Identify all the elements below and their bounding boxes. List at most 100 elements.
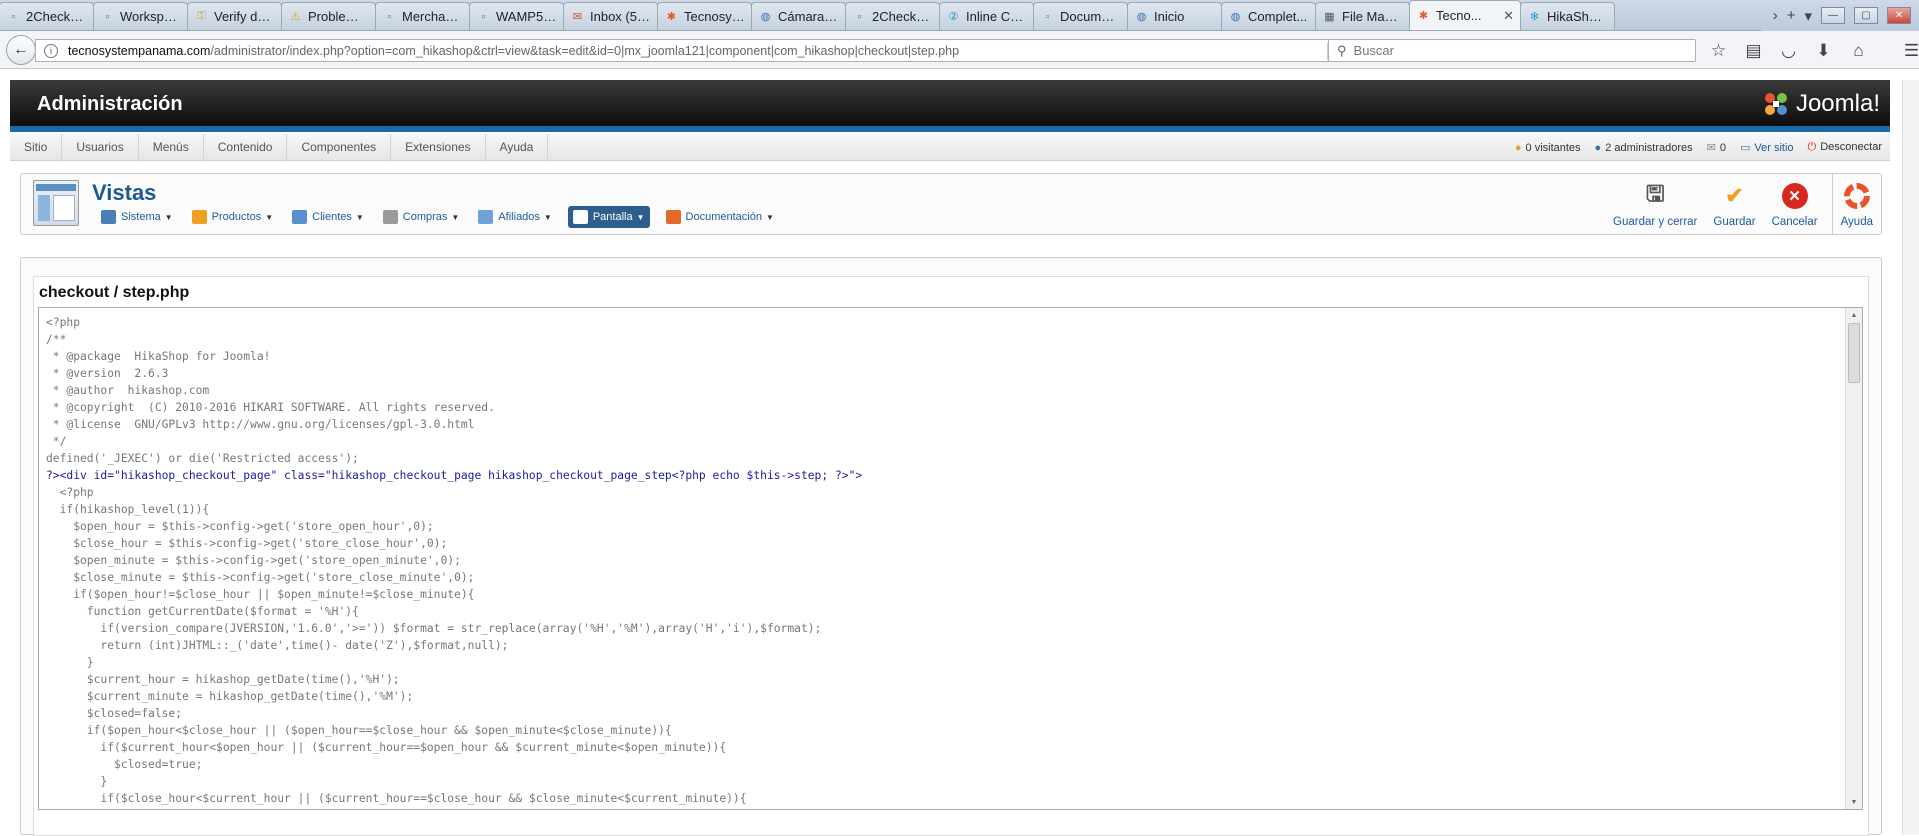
page-icon: ▫ [387, 10, 392, 23]
pocket-icon[interactable]: ◡ [1777, 39, 1800, 62]
reading-list-icon[interactable]: ▤ [1742, 39, 1765, 62]
search-icon: ⚲ [1337, 42, 1347, 58]
code-editor-textarea[interactable]: <?php /** * @package HikaShop for Joomla!… [38, 307, 1863, 810]
messages-count: 0 [1719, 142, 1726, 154]
browser-tab[interactable]: ▫ Merchant Are... [375, 2, 470, 30]
admin-menu-item[interactable]: Ayuda [486, 133, 549, 161]
browser-tab[interactable]: ▫ Documento s... [1033, 2, 1128, 30]
browser-tab[interactable]: ✻ HikaShop... [1520, 2, 1615, 30]
code-line: <?php [46, 316, 81, 329]
menu-hamburger-icon[interactable]: ☰ [1900, 39, 1919, 62]
code-line: $current_minute = hikashop_getDate(time(… [46, 690, 414, 703]
submenu-item-label: Sistema [121, 211, 161, 223]
views-icon [33, 180, 79, 226]
browser-tab-label: Cámaras ... [778, 9, 839, 24]
mail-icon: ✉ [572, 11, 583, 23]
submenu-item[interactable]: Afiliados ▼ [475, 206, 555, 228]
url-bar[interactable]: i tecnosystempanama.com/administrator/in… [35, 39, 1355, 62]
admin-menu-item[interactable]: Sitio [10, 133, 63, 161]
dropdown-caret-icon: ▼ [451, 212, 460, 222]
browser-tab[interactable]: ✉ Inbox (54... [563, 2, 658, 30]
joomla-logo: Joomla! [1760, 88, 1880, 120]
browser-tab[interactable]: ▫ 2Checkout [845, 2, 940, 30]
code-line: $closed=false; [46, 707, 183, 720]
browser-tab[interactable]: ⚿ Verify do... [187, 2, 282, 30]
download-icon[interactable]: ⬇ [1812, 39, 1835, 62]
editor-panel: checkout / step.php <?php /** * @package … [20, 257, 1882, 836]
code-line: if(hikashop_level(1)){ [46, 503, 210, 516]
admin-menu-item[interactable]: Menús [139, 133, 204, 161]
tab-scroll-right-icon[interactable]: › [1773, 7, 1778, 24]
browser-tab[interactable]: ✱ Tecnosys... [657, 2, 752, 30]
back-button[interactable]: ← [6, 35, 36, 65]
back-arrow-icon: ← [13, 41, 29, 58]
code-scrollbar[interactable]: ▲ ▼ [1845, 308, 1862, 809]
joomla-logo-text: Joomla! [1795, 90, 1880, 117]
admin-menu-item[interactable]: Usuarios [62, 133, 139, 161]
submenu-item[interactable]: Clientes ▼ [289, 206, 367, 228]
globe-icon: ◍ [1230, 11, 1241, 23]
browser-tab-label: 2Checkout [872, 9, 933, 24]
help-button[interactable]: Ayuda [1831, 174, 1881, 234]
browser-tab[interactable]: ② Inline Ch... [939, 2, 1034, 30]
globe-icon: ◍ [760, 11, 771, 23]
scroll-thumb[interactable] [1848, 323, 1860, 383]
joomla-icon: ✱ [1418, 10, 1429, 22]
gear-icon: ✻ [1529, 11, 1540, 23]
admin-menu-item[interactable]: Extensiones [391, 133, 486, 161]
code-line: */ [46, 435, 67, 448]
browser-tab-label: File Mana... [1342, 9, 1403, 24]
editor-fieldset: checkout / step.php <?php /** * @package … [33, 276, 1869, 836]
submenu-item[interactable]: Compras ▼ [380, 206, 463, 228]
view-site-link[interactable]: ▭ Ver sitio [1740, 141, 1794, 154]
bookmark-star-icon[interactable]: ☆ [1707, 39, 1730, 62]
browser-tab-label: Inbox (54... [590, 9, 651, 24]
browser-tab[interactable]: ◍ Complet... [1221, 2, 1316, 30]
code-line: if($open_hour!=$close_hour || $open_minu… [46, 588, 475, 601]
search-placeholder: Buscar [1353, 43, 1394, 58]
floppy-disk-icon: 🖫 [1645, 181, 1665, 206]
code-line: $close_minute = $this->config->get('stor… [46, 571, 475, 584]
toolbar-actions: 🖫 Guardar y cerrar ✔ Guardar ✕ Cancelar … [1605, 174, 1881, 234]
browser-tab[interactable]: ▫ Workspace E... [93, 2, 188, 30]
search-input[interactable]: ⚲ Buscar [1328, 39, 1696, 62]
admin-menu-item[interactable]: Componentes [287, 133, 392, 161]
maximize-button[interactable]: ▢ [1854, 7, 1878, 24]
browser-tab[interactable]: ▦ File Mana... [1315, 2, 1410, 30]
save-button[interactable]: ✔ Guardar [1705, 174, 1763, 234]
submenu-item-label: Compras [402, 211, 448, 223]
browser-tab[interactable]: ▫ WAMP5 Hom... [469, 2, 564, 30]
browser-tab-label: Complet... [1248, 9, 1308, 24]
new-tab-button[interactable]: + [1787, 7, 1796, 24]
submenu-item[interactable]: Pantalla ▼ [567, 206, 650, 228]
close-window-button[interactable]: ✕ [1887, 7, 1911, 24]
browser-tab[interactable]: ✱ Tecno... ✕ [1409, 0, 1521, 30]
code-line: if($current_hour<$open_hour || ($current… [46, 741, 727, 754]
code-line: ?><div id="hikashop_checkout_page" class… [46, 469, 863, 482]
save-and-close-button[interactable]: 🖫 Guardar y cerrar [1605, 174, 1705, 234]
site-info-icon[interactable]: i [44, 43, 58, 58]
logout-link[interactable]: ⏻ Desconectar [1808, 141, 1882, 154]
cancel-button[interactable]: ✕ Cancelar [1764, 174, 1826, 234]
browser-tab[interactable]: ◍ Cámaras ... [751, 2, 846, 30]
admin-menu-item[interactable]: Contenido [204, 133, 288, 161]
browser-tab[interactable]: ⚠ Problema... [281, 2, 376, 30]
minimize-button[interactable]: — [1821, 7, 1845, 24]
submenu-item[interactable]: Documentación ▼ [663, 206, 777, 228]
submenu-item[interactable]: Sistema ▼ [98, 206, 176, 228]
scroll-down-icon[interactable]: ▼ [1846, 795, 1862, 809]
home-icon[interactable]: ⌂ [1847, 39, 1870, 62]
navigation-bar: ← i tecnosystempanama.com/administrator/… [0, 31, 1919, 69]
checkmark-icon: ✔ [1725, 183, 1744, 208]
submenu-item[interactable]: Productos ▼ [189, 206, 276, 228]
close-tab-icon[interactable]: ✕ [1503, 8, 1514, 24]
scroll-up-icon[interactable]: ▲ [1846, 308, 1862, 322]
messages-status: ✉ 0 [1707, 141, 1726, 154]
submenu-item-icon [382, 210, 398, 224]
tab-list-dropdown-icon[interactable]: ▾ [1804, 7, 1812, 25]
submenu-item-label: Pantalla [592, 211, 633, 223]
browser-tab[interactable]: ◍ Inicio [1127, 2, 1222, 30]
browser-tab[interactable]: ▫ 2Checkout [0, 2, 94, 30]
page-scrollbar[interactable] [1902, 80, 1919, 835]
browser-tab-label: Workspace E... [120, 9, 181, 24]
